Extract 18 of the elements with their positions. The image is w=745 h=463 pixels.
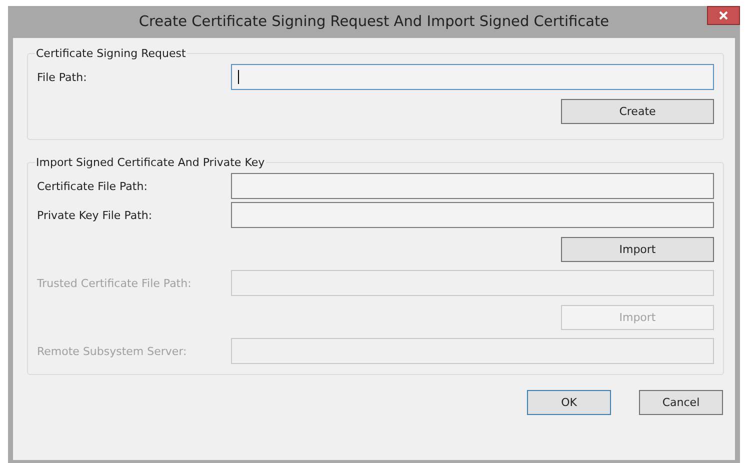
field-label: Trusted Certificate File Path:	[37, 276, 192, 290]
action-button[interactable]: Create	[561, 99, 714, 124]
input-field[interactable]	[231, 202, 714, 228]
window-title: Create Certificate Signing Request And Import Signed Certificate	[138, 14, 610, 30]
dialog-button[interactable]: OK	[527, 390, 611, 415]
field-label: Private Key File Path:	[37, 208, 154, 222]
close-button[interactable]	[707, 6, 740, 25]
field-label: Remote Subsystem Server:	[37, 344, 188, 358]
group-title: Import Signed Certificate And Private Key	[35, 156, 266, 169]
input-field[interactable]	[231, 173, 714, 199]
field-label: Certificate File Path:	[37, 180, 148, 192]
close-icon	[719, 11, 728, 20]
action-button[interactable]: Import	[561, 237, 714, 262]
group-title: Certificate Signing Request	[35, 47, 187, 60]
input-field[interactable]	[231, 64, 714, 90]
text-cursor	[238, 70, 239, 84]
field-label: File Path:	[37, 70, 88, 84]
dialog-button[interactable]: Cancel	[639, 390, 723, 415]
